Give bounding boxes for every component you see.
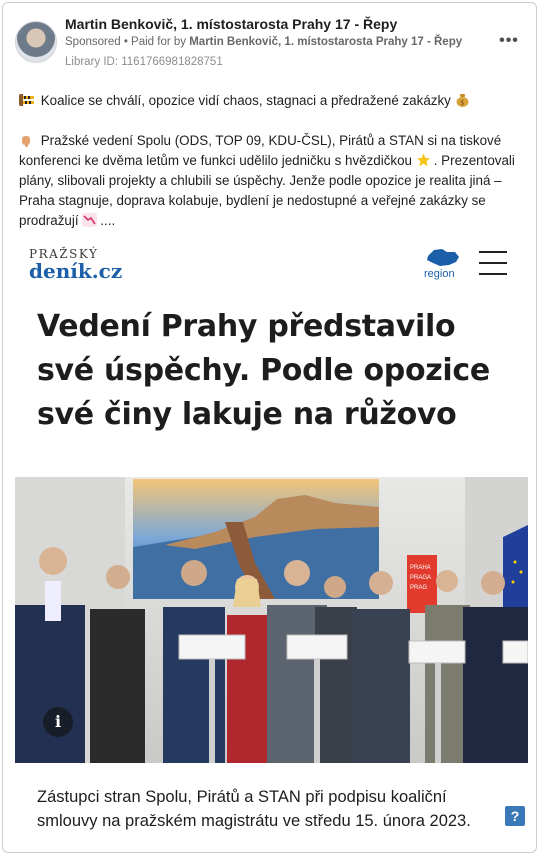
library-id: Library ID: 1161766981828751 [65,56,223,68]
more-horizontal-icon: ••• [499,32,519,49]
chart-decreasing-icon [82,213,98,227]
info-icon[interactable]: i [43,707,73,737]
news-header: PRAŽSKÝ deník.cz region [15,243,528,295]
post-paragraph-1: Koalice se chválí, opozice vidí chaos, s… [19,91,524,111]
post-text: Koalice se chválí, opozice vidí chaos, s… [19,91,524,231]
headline-area: Vedení Prahy představilo své úspěchy. Po… [15,295,528,477]
article-photo[interactable]: PRAHA PRAGA PRAG [15,477,528,763]
paid-for-prefix: Paid for by [131,36,190,48]
caption-area: Zástupci stran Spolu, Pirátů a STAN při … [15,763,528,843]
press-conference-photo: PRAHA PRAGA PRAG [15,477,528,763]
post-paragraph-1-text: Koalice se chválí, opozice vidí chaos, s… [40,93,451,108]
sponsored-meta: Sponsored • Paid for by Martin Benkovič,… [65,36,462,48]
more-options-button[interactable]: ••• [495,33,523,53]
sponsored-post-card: Martin Benkovič, 1. místostarosta Prahy … [2,2,537,853]
pointing-hand-icon [22,136,30,147]
construction-icon [19,94,34,106]
post-paragraph-2-end: .... [100,213,116,228]
brand-logo-text[interactable]: deník.cz [29,259,122,283]
sign-text: PRAHA [410,565,431,571]
menu-icon[interactable] [479,251,507,277]
post-paragraph-2: Pražské vedení Spolu (ODS, TOP 09, KDU-Č… [19,131,524,231]
avatar[interactable] [15,21,57,63]
help-icon[interactable]: ? [505,806,525,826]
photo-caption: Zástupci stran Spolu, Pirátů a STAN při … [37,788,471,830]
article-preview[interactable]: PRAŽSKÝ deník.cz region Vedení Prahy pře… [15,243,528,843]
paid-for-name[interactable]: Martin Benkovič, 1. místostarosta Prahy … [189,36,462,48]
czech-map-icon[interactable] [425,247,461,269]
menu-line [479,262,507,264]
menu-line [479,273,507,275]
page-name[interactable]: Martin Benkovič, 1. místostarosta Prahy … [65,16,397,32]
star-icon [416,153,430,167]
svg-text:PRAG: PRAG [410,585,427,591]
svg-text:PRAGA: PRAGA [410,575,431,581]
meta-separator: • [120,36,132,48]
region-label[interactable]: region [424,268,455,280]
article-headline[interactable]: Vedení Prahy představilo své úspěchy. Po… [37,305,517,437]
money-bag-icon: $ [456,94,469,107]
sponsored-label: Sponsored [65,36,121,48]
menu-line [479,251,507,253]
svg-text:$: $ [460,99,464,107]
